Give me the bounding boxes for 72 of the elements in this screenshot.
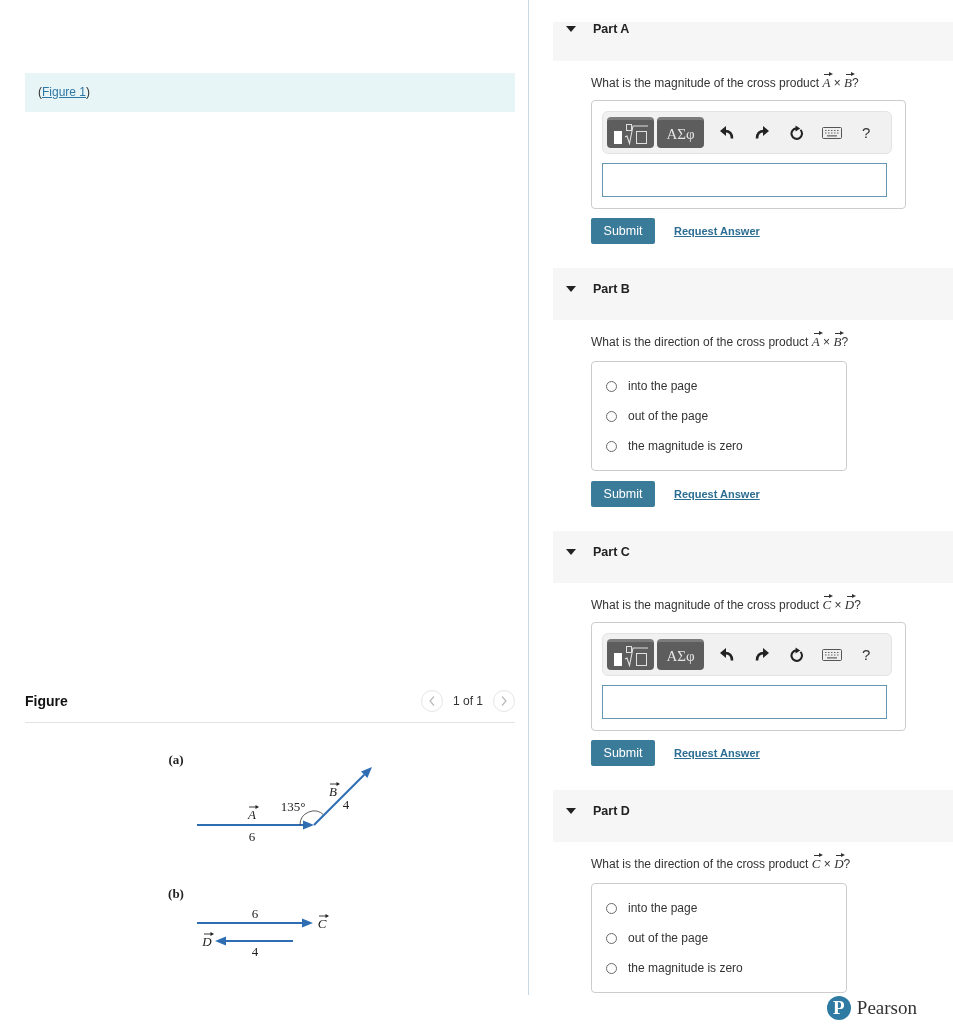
request-answer-link[interactable]: Request Answer [674, 225, 760, 237]
symbols-button[interactable]: ΑΣφ [657, 117, 704, 148]
caret-icon[interactable] [566, 286, 576, 292]
chevron-right-icon [501, 696, 507, 706]
option-label[interactable]: the magnitude is zero [628, 439, 743, 453]
option-label[interactable]: out of the page [628, 931, 709, 945]
template-icon [612, 123, 649, 145]
templates-button[interactable] [607, 117, 654, 148]
option-label[interactable]: the magnitude is zero [628, 961, 743, 975]
radio-button[interactable] [606, 962, 617, 974]
radio-button[interactable] [606, 440, 617, 452]
question-text: What is the direction of the cross product A × B? [591, 334, 953, 350]
part-header[interactable]: Part D [553, 790, 953, 842]
vector-label: B [329, 782, 340, 799]
magnitude-label: 6 [251, 906, 259, 921]
answer-field[interactable] [602, 163, 887, 197]
submit-button[interactable]: Submit [591, 481, 655, 507]
radio-button[interactable] [606, 410, 617, 422]
symbols-button[interactable]: ΑΣφ [657, 639, 704, 670]
template-icon [612, 645, 649, 667]
part-title: Part D [593, 804, 630, 818]
question-text: What is the magnitude of the cross product A × B? [591, 75, 953, 91]
reset-icon[interactable] [789, 125, 804, 140]
magnitude-label: 4 [251, 944, 259, 959]
keyboard-icon[interactable] [821, 648, 842, 661]
magnitude-label: 4 [342, 797, 350, 812]
keyboard-icon[interactable] [821, 126, 842, 139]
option-label[interactable]: into the page [628, 379, 698, 393]
angle-label: 135° [280, 799, 306, 814]
option-label[interactable]: out of the page [628, 409, 709, 423]
templates-button[interactable] [607, 639, 654, 670]
option-label[interactable]: into the page [628, 901, 698, 915]
logo-icon: P [826, 996, 851, 1020]
part-header[interactable]: Part A [553, 22, 953, 61]
submit-button[interactable]: Submit [591, 740, 655, 766]
brand-name: Pearson [856, 997, 917, 1019]
help-button[interactable]: ? [862, 124, 871, 141]
figure-title: Figure [25, 693, 68, 709]
undo-icon[interactable] [719, 126, 734, 139]
radio-button[interactable] [606, 902, 617, 914]
reset-icon[interactable] [789, 647, 804, 662]
chevron-left-icon [428, 696, 435, 706]
request-answer-link[interactable]: Request Answer [674, 747, 760, 759]
submit-button[interactable]: Submit [591, 218, 655, 244]
caret-icon[interactable] [566, 549, 576, 555]
undo-icon[interactable] [719, 648, 734, 661]
part-header[interactable]: Part C [553, 531, 953, 583]
vector-label: C [317, 914, 329, 931]
redo-icon[interactable] [754, 126, 769, 139]
vector-label: A [248, 805, 259, 822]
figure-link[interactable]: Figure 1 [42, 85, 87, 99]
radio-button[interactable] [606, 932, 617, 944]
caret-icon[interactable] [566, 808, 576, 814]
figure-label: (a) [168, 752, 184, 767]
vector-label: D [202, 932, 214, 949]
question-text: What is the direction of the cross product C × D? [591, 856, 953, 872]
answer-field[interactable] [602, 685, 887, 719]
redo-icon[interactable] [754, 648, 769, 661]
figure-label: (b) [168, 886, 184, 901]
part-header[interactable]: Part B [553, 268, 953, 320]
part-title: Part C [593, 545, 630, 559]
radio-button[interactable] [606, 380, 617, 392]
magnitude-label: 6 [248, 829, 256, 844]
part-title: Part A [593, 22, 630, 36]
page-indicator: 1 of 1 [452, 694, 483, 708]
question-text: What is the magnitude of the cross product C × D? [591, 597, 953, 613]
angle-arc [299, 810, 325, 826]
part-title: Part B [593, 282, 630, 296]
request-answer-link[interactable]: Request Answer [674, 488, 760, 500]
figure-reference: (Figure 1) [38, 85, 91, 100]
caret-icon[interactable] [566, 26, 576, 32]
help-button[interactable]: ? [862, 646, 871, 663]
